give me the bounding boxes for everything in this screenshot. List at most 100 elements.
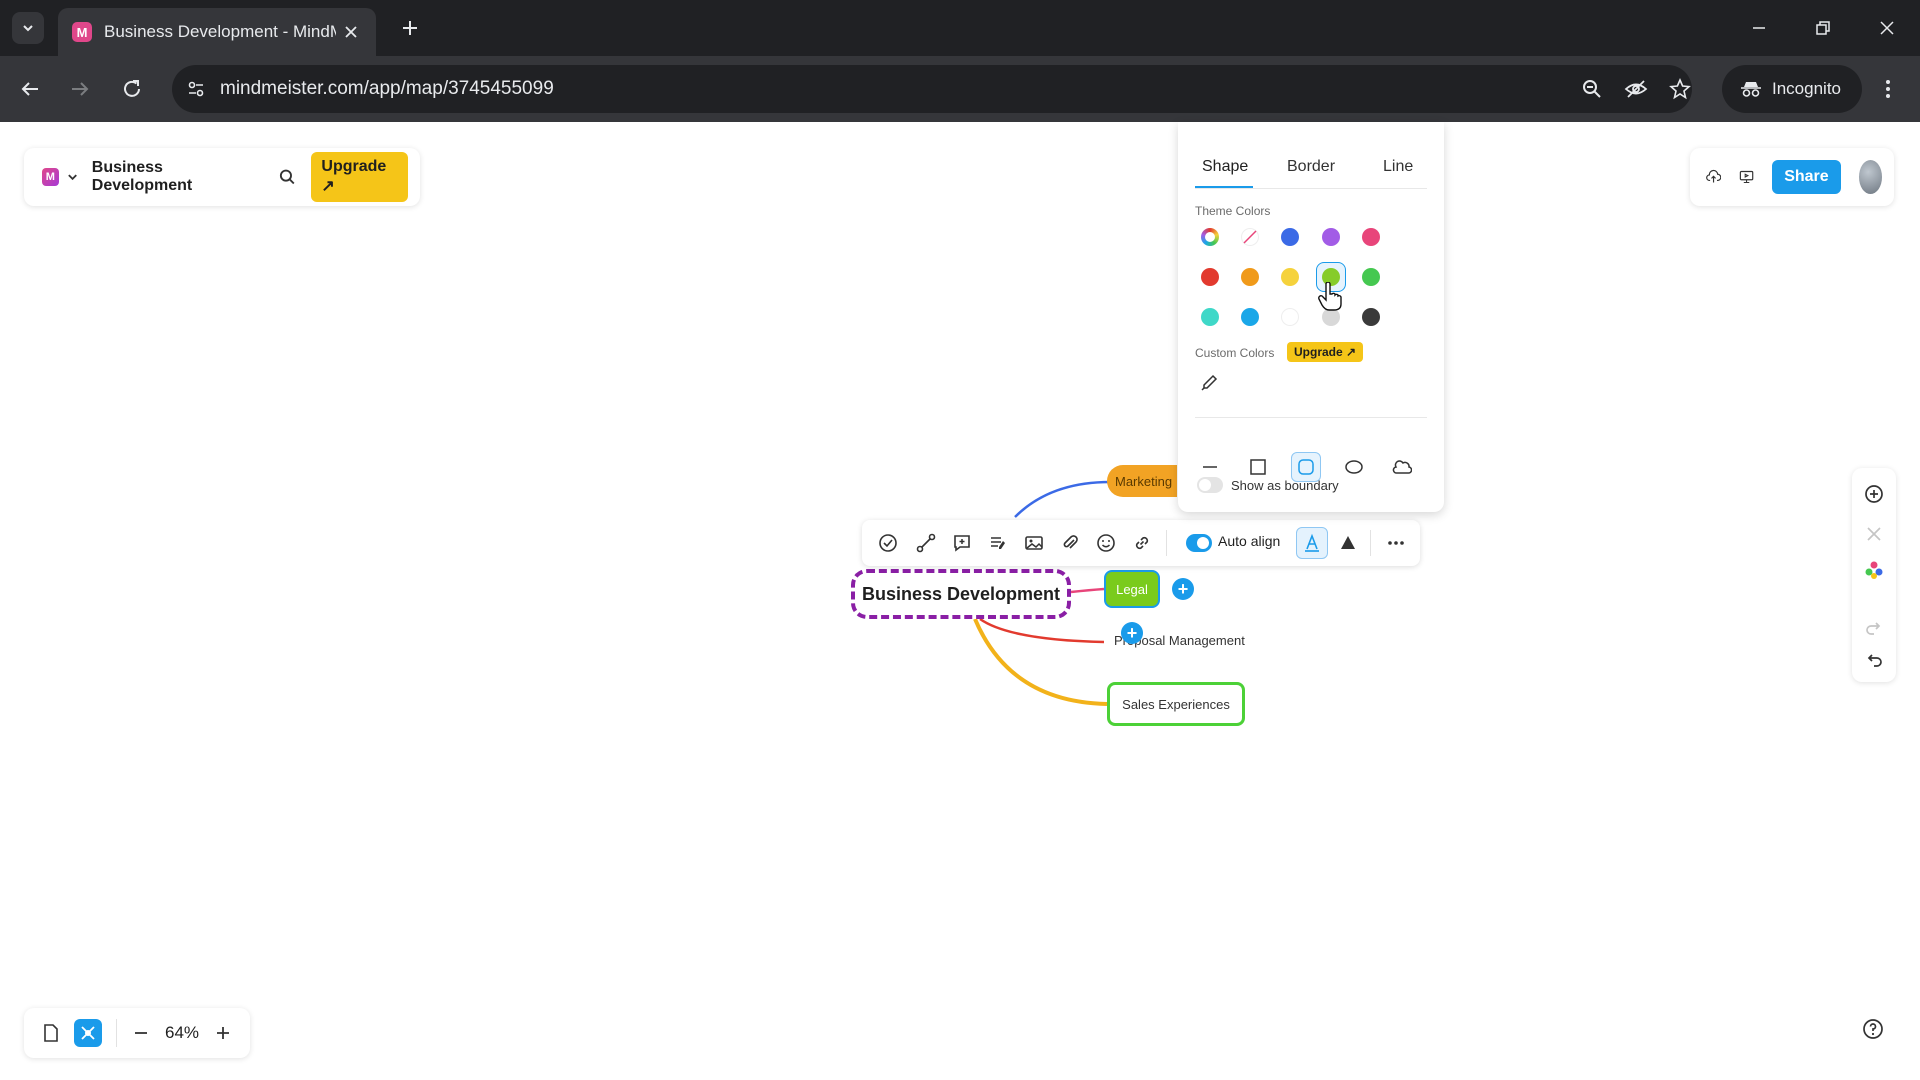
comment-icon[interactable] bbox=[950, 531, 974, 555]
auto-align-toggle[interactable] bbox=[1186, 534, 1212, 552]
color-swatch-teal[interactable] bbox=[1201, 308, 1219, 326]
close-window-button[interactable] bbox=[1873, 14, 1901, 42]
color-swatch-dark[interactable] bbox=[1362, 308, 1380, 326]
site-info-icon[interactable] bbox=[184, 77, 208, 101]
map-title[interactable]: Business Development bbox=[92, 159, 255, 195]
connect-icon[interactable] bbox=[1862, 522, 1886, 546]
topic-sales-experiences[interactable]: Sales Experiences bbox=[1107, 682, 1245, 726]
browser-tab[interactable]: M Business Development - MindM bbox=[58, 8, 376, 56]
back-button[interactable] bbox=[14, 73, 46, 105]
show-boundary-label: Show as boundary bbox=[1231, 478, 1339, 493]
cloud-upload-icon[interactable] bbox=[1706, 167, 1722, 187]
add-child-button[interactable]: + bbox=[1172, 578, 1194, 600]
new-tab-button[interactable] bbox=[398, 16, 422, 40]
reload-button[interactable] bbox=[116, 73, 148, 105]
bookmark-star-icon[interactable] bbox=[1668, 77, 1692, 101]
color-swatch-pink[interactable] bbox=[1362, 228, 1380, 246]
mindmap-view-button[interactable] bbox=[74, 1019, 102, 1047]
connector-proposal bbox=[979, 617, 1105, 644]
url-text: mindmeister.com/app/map/3745455099 bbox=[220, 78, 554, 99]
search-icon[interactable] bbox=[279, 168, 296, 186]
add-topic-icon[interactable] bbox=[1862, 482, 1886, 506]
tracking-protection-icon[interactable] bbox=[1624, 77, 1648, 101]
add-sibling-button[interactable]: + bbox=[1121, 622, 1143, 644]
browser-tab-bar: M Business Development - MindM bbox=[0, 0, 1920, 56]
ellipse-shape-icon bbox=[1345, 460, 1363, 474]
tab-title: Business Development - MindM bbox=[104, 22, 336, 41]
restore-icon bbox=[1816, 21, 1830, 35]
map-header: M Business Development Upgrade ↗ bbox=[24, 148, 420, 206]
restore-button[interactable] bbox=[1809, 14, 1837, 42]
browser-toolbar: mindmeister.com/app/map/3745455099 Incog… bbox=[0, 56, 1920, 122]
incognito-indicator[interactable]: Incognito bbox=[1722, 65, 1862, 113]
toolbar-divider bbox=[1370, 530, 1371, 556]
minimize-button[interactable] bbox=[1745, 14, 1773, 42]
avatar[interactable] bbox=[1858, 160, 1882, 194]
chevron-down-icon[interactable] bbox=[67, 171, 78, 183]
color-swatch-orange[interactable] bbox=[1241, 268, 1259, 286]
color-swatch-rainbow[interactable] bbox=[1201, 228, 1219, 246]
zoom-icon[interactable] bbox=[1580, 77, 1604, 101]
eyedropper-button[interactable] bbox=[1200, 374, 1220, 394]
undo-icon[interactable] bbox=[1862, 648, 1886, 672]
tab-separator bbox=[1195, 188, 1427, 189]
color-swatch-white[interactable] bbox=[1281, 308, 1299, 326]
zoom-divider bbox=[116, 1019, 117, 1047]
close-icon bbox=[345, 26, 357, 38]
browser-menu-button[interactable] bbox=[1876, 76, 1900, 102]
style-brush-icon[interactable] bbox=[1300, 531, 1324, 555]
color-swatch-sky[interactable] bbox=[1241, 308, 1259, 326]
presentation-icon[interactable] bbox=[1739, 167, 1754, 187]
text-color-icon[interactable] bbox=[1336, 531, 1360, 555]
topic-legal[interactable]: Legal bbox=[1104, 570, 1160, 608]
color-swatch-green[interactable] bbox=[1362, 268, 1380, 286]
topic-marketing[interactable]: Marketing bbox=[1107, 465, 1177, 497]
theme-colors-label: Theme Colors bbox=[1195, 204, 1271, 218]
hand-cursor-icon bbox=[1318, 282, 1342, 311]
incognito-label: Incognito bbox=[1772, 79, 1841, 98]
color-swatch-purple[interactable] bbox=[1322, 228, 1340, 246]
redo-icon[interactable] bbox=[1862, 616, 1886, 640]
link-icon[interactable] bbox=[1130, 531, 1154, 555]
topic-toolbar: Auto align bbox=[862, 520, 1420, 566]
side-toolbar bbox=[1852, 468, 1896, 682]
more-options-icon[interactable] bbox=[1384, 531, 1408, 555]
color-swatch-yellow[interactable] bbox=[1281, 268, 1299, 286]
color-swatch-blue[interactable] bbox=[1281, 228, 1299, 246]
active-tab-indicator bbox=[1195, 186, 1253, 188]
mindmeister-canvas[interactable]: M Business Development Upgrade ↗ Share 6… bbox=[0, 122, 1920, 1080]
theme-palette-icon[interactable] bbox=[1862, 558, 1886, 582]
image-icon[interactable] bbox=[1022, 531, 1046, 555]
tab-line[interactable]: Line bbox=[1383, 158, 1413, 176]
incognito-icon bbox=[1741, 82, 1761, 97]
shape-cloud-option[interactable] bbox=[1387, 452, 1417, 482]
color-swatch-red[interactable] bbox=[1201, 268, 1219, 286]
zoom-in-icon[interactable] bbox=[215, 1025, 231, 1041]
color-swatch-none[interactable] bbox=[1241, 228, 1259, 246]
upgrade-button[interactable]: Upgrade ↗ bbox=[311, 152, 408, 202]
notes-icon[interactable] bbox=[986, 531, 1010, 555]
share-button[interactable]: Share bbox=[1772, 160, 1841, 194]
help-button[interactable] bbox=[1860, 1016, 1886, 1042]
tab-border[interactable]: Border bbox=[1287, 158, 1335, 176]
tab-search-button[interactable] bbox=[12, 12, 44, 44]
task-check-icon[interactable] bbox=[876, 531, 900, 555]
zoom-bar: 64% bbox=[24, 1008, 250, 1058]
attachment-icon[interactable] bbox=[1058, 531, 1082, 555]
outline-view-icon[interactable] bbox=[42, 1023, 60, 1043]
connection-icon[interactable] bbox=[914, 531, 938, 555]
show-boundary-toggle[interactable] bbox=[1197, 477, 1223, 493]
tab-shape[interactable]: Shape bbox=[1202, 158, 1248, 176]
root-topic[interactable]: Business Development bbox=[851, 569, 1071, 619]
zoom-level: 64% bbox=[165, 1023, 200, 1042]
shape-ellipse-option[interactable] bbox=[1339, 452, 1369, 482]
tab-close-button[interactable] bbox=[340, 21, 362, 43]
zoom-out-icon[interactable] bbox=[133, 1025, 149, 1041]
mindmeister-favicon-icon: M bbox=[72, 22, 92, 42]
emoji-icon[interactable] bbox=[1094, 531, 1118, 555]
custom-colors-upgrade-button[interactable]: Upgrade ↗ bbox=[1287, 342, 1364, 362]
address-bar[interactable]: mindmeister.com/app/map/3745455099 bbox=[172, 65, 1692, 113]
forward-button[interactable] bbox=[64, 73, 96, 105]
connector-marketing bbox=[1014, 480, 1111, 518]
mindmeister-logo-icon[interactable]: M bbox=[42, 168, 59, 186]
